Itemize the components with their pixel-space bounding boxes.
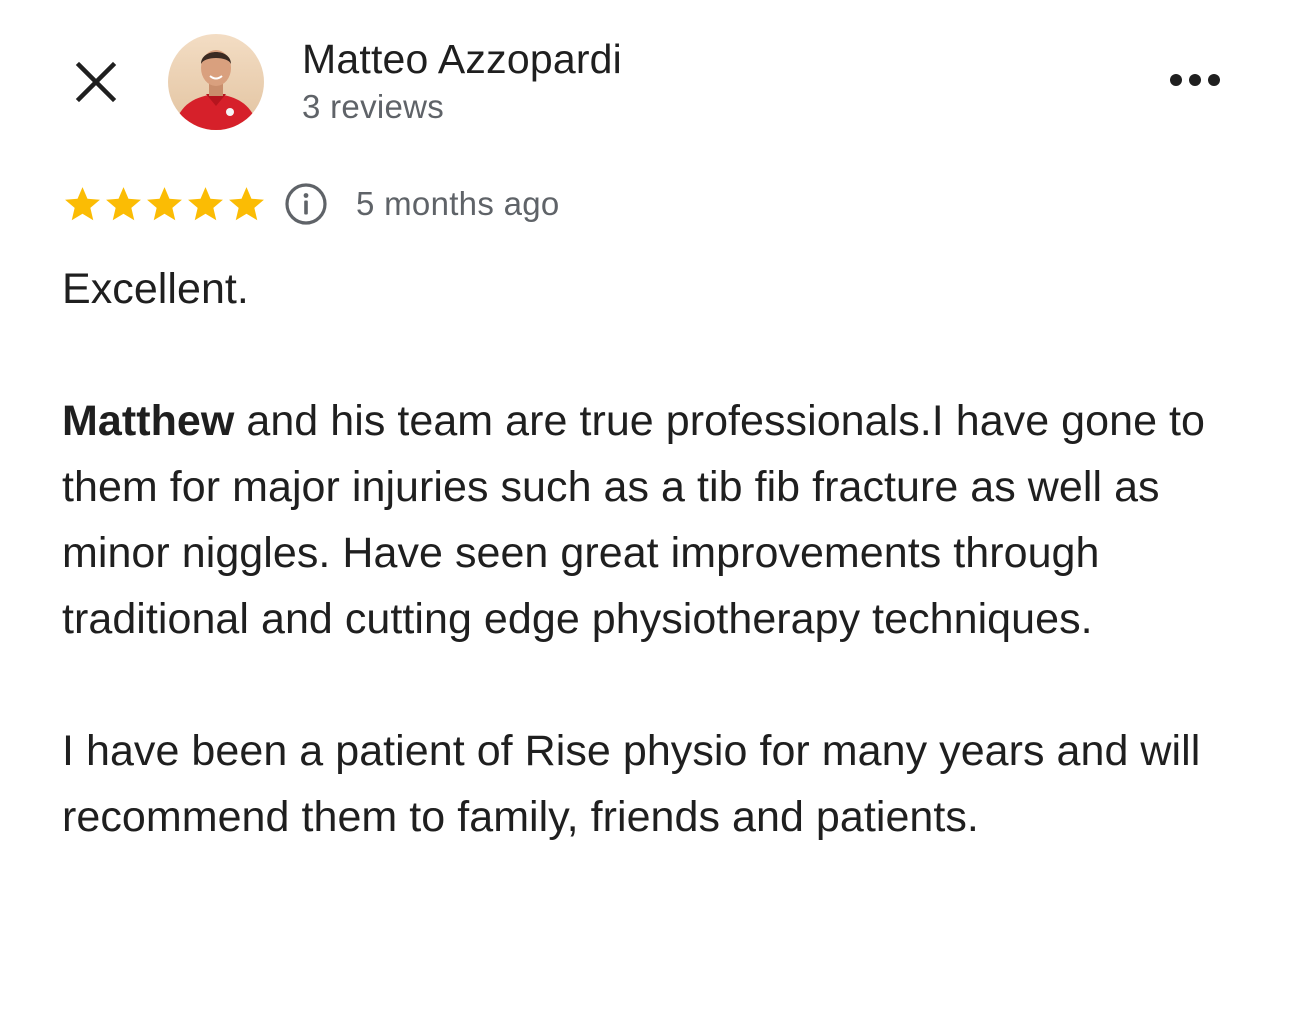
rating-row: 5 months ago bbox=[62, 178, 560, 230]
review-detail-sheet: Matteo Azzopardi 3 reviews 5 months ago … bbox=[0, 0, 1290, 1012]
close-icon bbox=[75, 61, 117, 103]
more-options-icon bbox=[1170, 74, 1220, 86]
avatar[interactable] bbox=[168, 34, 264, 130]
star-rating bbox=[62, 184, 267, 225]
info-icon bbox=[285, 183, 327, 225]
more-options-button[interactable] bbox=[1160, 58, 1230, 102]
review-header: Matteo Azzopardi 3 reviews bbox=[0, 0, 1290, 150]
review-paragraph: I have been a patient of Rise physio for… bbox=[62, 727, 1201, 841]
info-button[interactable] bbox=[283, 181, 329, 227]
star-icon bbox=[106, 186, 141, 220]
star-icon bbox=[229, 186, 264, 220]
reviewer-name[interactable]: Matteo Azzopardi bbox=[302, 34, 622, 84]
star-icon bbox=[188, 186, 223, 220]
review-text: Excellent. Matthew and his team are true… bbox=[62, 256, 1222, 850]
highlighted-term: Matthew bbox=[62, 397, 235, 445]
review-time: 5 months ago bbox=[356, 185, 560, 222]
reviewer-review-count[interactable]: 3 reviews bbox=[302, 86, 444, 128]
review-paragraph: Matthew and his team are true profession… bbox=[62, 397, 1205, 643]
star-icon bbox=[147, 186, 182, 220]
review-paragraph: Excellent. bbox=[62, 265, 249, 313]
close-button[interactable] bbox=[66, 52, 126, 112]
star-icon bbox=[65, 186, 100, 220]
